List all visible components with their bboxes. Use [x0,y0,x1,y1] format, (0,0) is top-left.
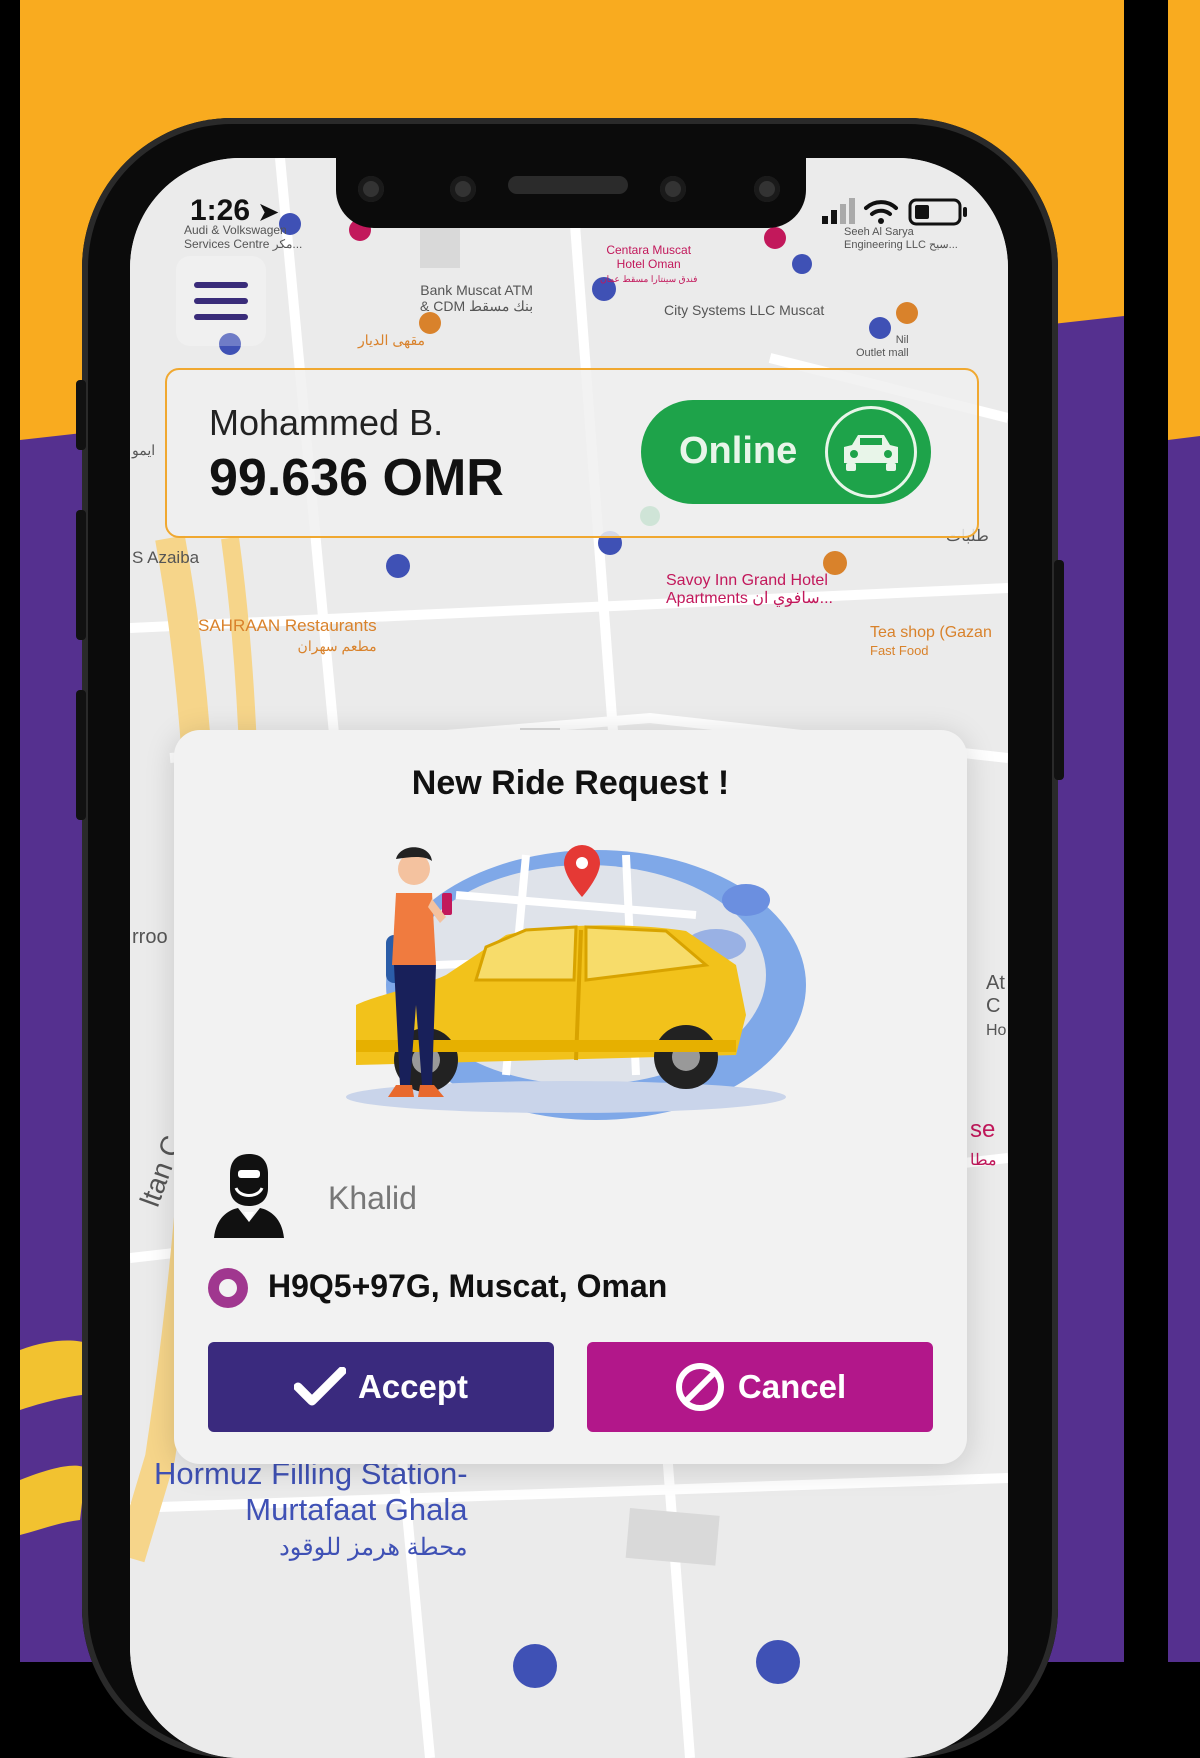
check-icon [293,1367,346,1407]
cellular-signal-icon [822,198,855,224]
phone-notch [336,150,806,228]
ride-request-modal: New Ride Request ! Khalid H9Q5+97G, Musc… [174,730,967,1464]
modal-title: New Ride Request ! [411,764,730,802]
map-label-nil: Nil Outlet mall [856,334,909,359]
map-label-ayumi: ايمو [132,442,156,458]
phone-side-button [76,380,86,450]
earpiece-speaker [508,176,628,194]
prohibited-icon [674,1361,726,1413]
driver-balance-card: Mohammed B. 99.636 OMR Online [165,368,979,538]
location-dot-icon [208,1268,248,1308]
cancel-button[interactable]: Cancel [587,1342,933,1432]
map-label-savoy: Savoy Inn Grand Hotel Apartments سافوي ان… [666,572,833,608]
status-time: 1:26 ➤ [190,194,279,227]
car-icon [844,435,898,471]
map-label-audi: Audi & Volkswagen Services Centre مكر... [184,223,303,251]
background-right-edge [1168,0,1200,1662]
map-label-tea-shop: Tea shop (Gazan Fast Food [870,624,992,659]
status-icons [822,194,982,230]
battery-icon [908,198,967,226]
front-camera [358,176,384,202]
wifi-icon [864,200,898,224]
accept-button[interactable]: Accept [208,1342,554,1432]
rider-avatar-icon [208,1152,290,1238]
driver-balance: 99.636 OMR [209,449,504,507]
online-status-toggle[interactable]: Online [641,400,931,504]
map-label-azaiba: S Azaiba [132,548,200,567]
proximity-sensor [660,176,686,202]
map-label-rroo: rroo [132,926,168,948]
map-label-centara: Centara Muscat Hotel Oman فندق سينتارا مسق… [600,243,698,284]
map-label-bank: Bank Muscat ATM & CDM بنك مسقط [420,282,534,315]
rider-name: Khalid [328,1180,417,1216]
online-status-label: Online [679,430,798,472]
accept-label: Accept [357,1368,469,1405]
phone-volume-down [76,690,86,820]
driver-name: Mohammed B. [209,402,444,443]
map-label-at: At C Ho [986,972,1007,1039]
map-label-maqha: مقهى الديار [358,332,426,348]
hamburger-menu-button[interactable] [176,256,266,346]
pickup-location: H9Q5+97G, Muscat, Oman [268,1268,668,1304]
map-label-hormuz: Hormuz Filling Station- Murtafaat Ghala مح… [154,1456,468,1562]
map-label-sahraan: SAHRAAN Restaurants مطعم سهران [198,616,377,654]
face-id-sensor [754,176,780,202]
location-arrow-icon: ➤ [258,199,279,226]
front-sensor [450,176,476,202]
phone-power-button [1054,560,1064,780]
map-label-se: se مطا [970,1116,997,1169]
ride-illustration [346,845,806,1120]
map-label-city-systems: City Systems LLC Muscat [664,302,825,318]
toggle-knob [825,406,917,498]
cancel-label: Cancel [737,1368,847,1405]
phone-volume-up [76,510,86,640]
